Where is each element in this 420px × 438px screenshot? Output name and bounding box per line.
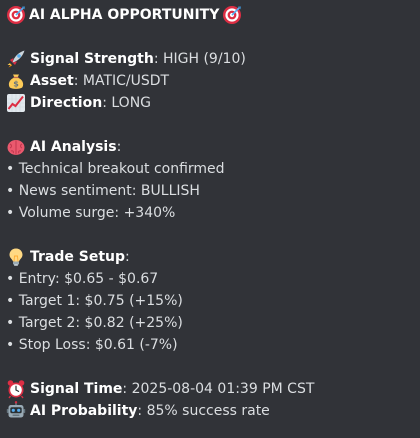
target-icon: [222, 5, 242, 25]
ai-probability-row: AI Probability: 85% success rate: [6, 400, 414, 422]
signal-time-label: Signal Time: [30, 381, 123, 397]
robot-icon: [6, 401, 26, 421]
trade-setup-heading-row: Trade Setup:: [6, 246, 414, 268]
ai-probability-label: AI Probability: [30, 403, 138, 419]
trade-setup-item: • Entry: $0.65 - $0.67: [6, 271, 159, 287]
message-title: AI ALPHA OPPORTUNITY: [29, 7, 220, 23]
brain-icon: [6, 137, 26, 157]
signal-time-row: Signal Time: 2025-08-04 01:39 PM CST: [6, 378, 414, 400]
asset-value: MATIC/USDT: [82, 73, 170, 89]
chart-increasing-icon: [6, 93, 26, 113]
analysis-item: • Technical breakout confirmed: [6, 161, 225, 177]
target-icon: [6, 5, 26, 25]
message-title-row: AI ALPHA OPPORTUNITY: [6, 4, 414, 26]
signal-strength-value: HIGH (9/10): [162, 51, 246, 67]
direction-label: Direction: [30, 95, 103, 111]
trade-setup-heading: Trade Setup: [30, 249, 126, 265]
trade-setup-item: • Stop Loss: $0.61 (-7%): [6, 337, 178, 353]
trade-setup-item: • Target 1: $0.75 (+15%): [6, 293, 183, 309]
direction-value: LONG: [111, 95, 152, 111]
money-bag-icon: $: [6, 71, 26, 91]
signal-strength-label: Signal Strength: [30, 51, 154, 67]
ai-analysis-heading-row: AI Analysis:: [6, 136, 414, 158]
trade-setup-item: • Target 2: $0.82 (+25%): [6, 315, 183, 331]
direction-row: Direction: LONG: [6, 92, 414, 114]
ai-analysis-heading: AI Analysis: [30, 139, 117, 155]
analysis-item: • News sentiment: BULLISH: [6, 183, 200, 199]
light-bulb-icon: [6, 247, 26, 267]
alarm-clock-icon: [6, 379, 26, 399]
svg-text:$: $: [13, 80, 19, 89]
asset-label: Asset: [30, 73, 74, 89]
analysis-item: • Volume surge: +340%: [6, 205, 176, 221]
rocket-icon: [6, 49, 26, 69]
signal-time-value: 2025-08-04 01:39 PM CST: [131, 381, 315, 397]
signal-strength-row: Signal Strength: HIGH (9/10): [6, 48, 414, 70]
asset-row: $ Asset: MATIC/USDT: [6, 70, 414, 92]
signal-message: AI ALPHA OPPORTUNITY Signal Strength: H…: [0, 0, 420, 438]
ai-probability-value: 85% success rate: [146, 403, 270, 419]
